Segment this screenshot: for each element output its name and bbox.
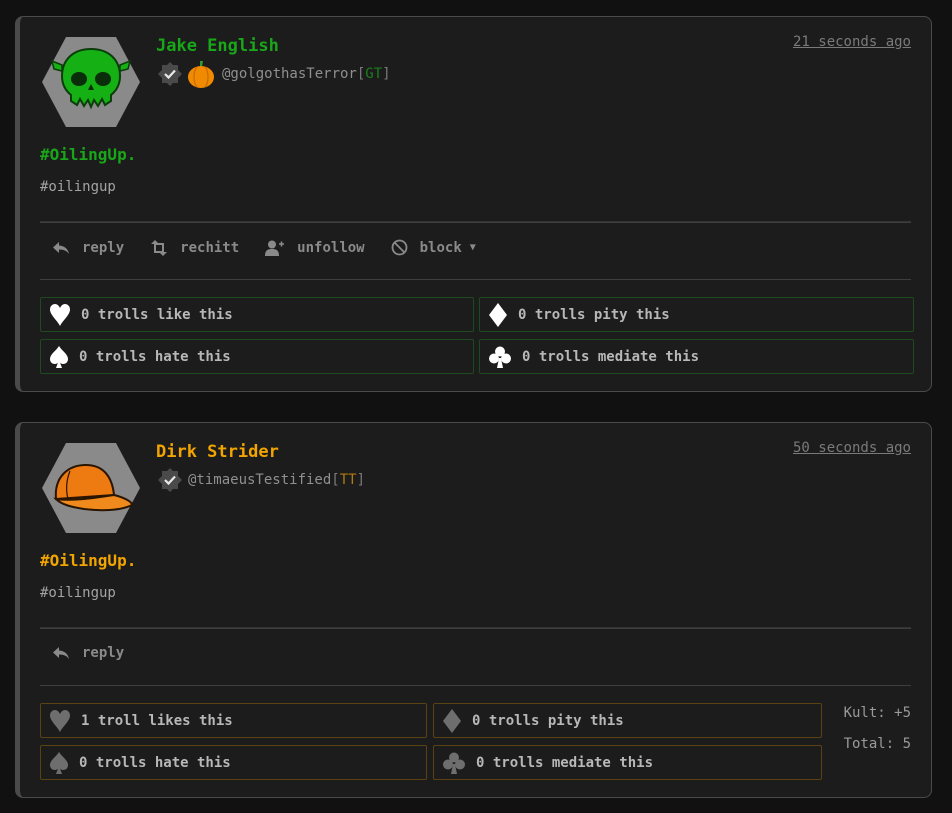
timestamp-link[interactable]: 50 seconds ago [793,440,911,456]
reply-icon [53,241,69,254]
like-vote-button[interactable]: 1 troll likes this [40,703,427,738]
post-headline: #OilingUp. [40,551,137,570]
hate-vote-button[interactable]: 0 trolls hate this [40,339,474,374]
tag-open: [ [356,66,366,82]
avatar[interactable] [40,35,142,129]
pity-count: 0 trolls pity this [472,712,624,729]
hate-count: 0 trolls hate this [79,348,231,365]
mediate-vote-button[interactable]: 0 trolls mediate this [479,339,914,374]
author-meta: @golgothasTerror [GT] [158,59,391,89]
like-count: 0 trolls like this [81,306,233,323]
divider [40,627,911,629]
like-vote-button[interactable]: 0 trolls like this [40,297,474,332]
divider [40,221,911,223]
verified-icon [158,62,182,86]
mediate-count: 0 trolls mediate this [476,754,654,771]
post-hashtag[interactable]: #oilingup [40,179,116,195]
post-card: Jake English 21 seconds ago @golgothasTe… [15,16,932,392]
reply-label: reply [82,239,125,256]
action-bar: reply [52,645,150,661]
like-count: 1 troll likes this [81,712,233,729]
avatar[interactable] [40,441,142,535]
heart-icon [50,709,70,732]
post-hashtag[interactable]: #oilingup [40,585,116,601]
divider [40,279,911,280]
user-tag: GT [365,66,383,82]
block-icon [391,239,408,256]
tag-close: ] [356,472,366,488]
spade-icon [50,345,68,368]
total-score: Total: 5 [843,736,911,752]
author-name[interactable]: Dirk Strider [156,442,279,462]
verified-icon [158,468,182,492]
timestamp-link[interactable]: 21 seconds ago [793,34,911,50]
action-bar: reply rechitt unfollow block ▼ [52,239,502,256]
pity-vote-button[interactable]: 0 trolls pity this [433,703,822,738]
reply-label: reply [82,645,125,661]
rechitt-button[interactable]: rechitt [150,239,240,256]
club-icon [489,346,511,368]
user-handle[interactable]: @golgothasTerror [222,66,357,82]
club-icon [443,752,465,774]
kult-score: Kult: +5 [843,705,911,721]
mediate-count: 0 trolls mediate this [522,348,700,365]
pumpkin-icon [188,61,214,88]
user-tag: TT [339,472,357,488]
reply-icon [53,647,69,659]
diamond-icon [443,708,461,733]
caret-down-icon: ▼ [469,242,476,253]
mediate-vote-button[interactable]: 0 trolls mediate this [433,745,822,780]
heart-icon [50,303,70,326]
hate-vote-button[interactable]: 0 trolls hate this [40,745,427,780]
rechitt-label: rechitt [180,239,240,256]
author-meta: @timaeusTestified [TT] [158,465,365,495]
user-minus-icon [265,240,285,256]
spade-icon [50,751,68,774]
divider [40,685,911,686]
unfollow-label: unfollow [297,239,365,256]
reply-button[interactable]: reply [52,240,124,256]
post-card: Dirk Strider 50 seconds ago @timaeusTest… [15,422,932,798]
hate-count: 0 trolls hate this [79,754,231,771]
tag-close: ] [382,66,391,82]
diamond-icon [489,302,507,327]
block-button[interactable]: block ▼ [391,239,476,256]
pity-count: 0 trolls pity this [518,306,670,323]
post-headline: #OilingUp. [40,145,137,164]
block-label: block [419,239,462,256]
tag-open: [ [331,472,340,488]
unfollow-button[interactable]: unfollow [265,239,365,256]
author-name[interactable]: Jake English [156,36,279,56]
retweet-icon [151,239,168,256]
pity-vote-button[interactable]: 0 trolls pity this [479,297,914,332]
reply-button[interactable]: reply [52,645,124,661]
user-handle[interactable]: @timaeusTestified [188,472,331,488]
